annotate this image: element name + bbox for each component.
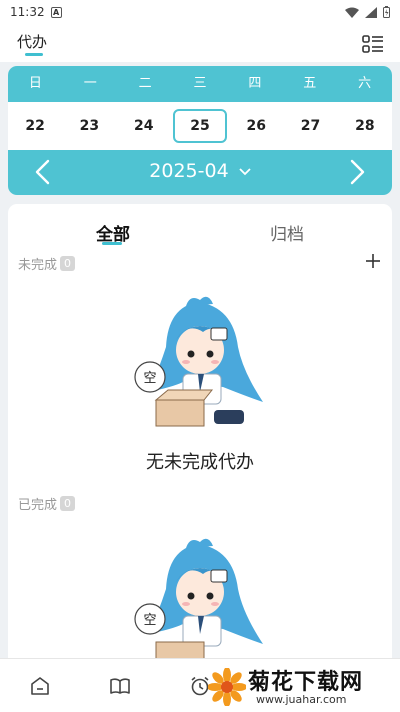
date-cell[interactable]: 28 [340,109,390,143]
title-indicator [25,53,43,56]
date-cell[interactable]: 23 [64,109,114,143]
date-cell-selected[interactable]: 25 [172,109,228,143]
weekday-mon: 一 [83,76,97,91]
week-calendar: 日 一 二 三 四 五 六 22 23 24 25 26 27 28 2025-… [8,66,392,195]
tab-archive[interactable]: 归档 [270,220,304,245]
month-bar: 2025-04 [8,150,392,195]
date-row: 22 23 24 25 26 27 28 [8,102,392,150]
month-label: 2025-04 [149,160,229,182]
svg-text:空: 空 [143,371,156,386]
completed-count-badge: 0 [60,496,76,511]
book-icon[interactable] [109,675,131,697]
svg-text:空: 空 [143,613,156,628]
weekday-tue: 二 [138,76,152,91]
incomplete-section-header: 未完成 0 [18,254,76,273]
wifi-icon [345,7,359,18]
date-cell[interactable]: 26 [231,109,281,143]
signal-icon [365,6,377,18]
date-cell[interactable]: 27 [285,109,335,143]
tab-indicator [102,242,122,245]
page-title: 代办 [17,33,48,51]
weekday-sat: 六 [358,76,372,91]
flower-logo-icon [208,668,246,706]
month-selector[interactable]: 2025-04 [8,160,392,182]
list-menu-icon[interactable] [362,34,384,54]
filter-tabs: 全部 归档 [8,204,392,248]
watermark-url: www.juahar.com [256,693,347,706]
completed-label: 已完成 [18,498,58,513]
home-icon[interactable] [29,675,51,697]
chevron-down-icon [239,167,251,175]
date-cell[interactable]: 22 [10,109,60,143]
weekday-thu: 四 [248,76,262,91]
incomplete-label: 未完成 [18,258,58,273]
weekday-wed: 三 [193,76,207,91]
watermark: 菊花下载网 www.juahar.com [208,664,394,708]
next-week-icon[interactable] [342,158,370,186]
todo-panel: 全部 归档 未完成 0 空 无未完成代办 已完成 0 空 [8,204,392,674]
add-todo-icon[interactable] [364,252,382,270]
incomplete-count-badge: 0 [60,256,76,271]
completed-section-header: 已完成 0 [18,494,76,513]
notification-a-icon: A [50,6,62,18]
watermark-title: 菊花下载网 [248,670,364,695]
top-bar: 代办 [0,24,400,62]
weekday-header-row: 日 一 二 三 四 五 六 [8,66,392,102]
status-bar: 11:32 A [0,0,400,24]
date-cell[interactable]: 24 [119,109,169,143]
status-right-icons [345,6,390,18]
empty-state-text: 无未完成代办 [146,452,254,473]
battery-icon [383,6,390,18]
weekday-fri: 五 [303,76,317,91]
empty-mascot-illustration: 空 [134,538,263,669]
empty-mascot-illustration: 空 [134,296,263,427]
weekday-sun: 日 [28,76,42,91]
status-time: 11:32 [10,5,45,19]
